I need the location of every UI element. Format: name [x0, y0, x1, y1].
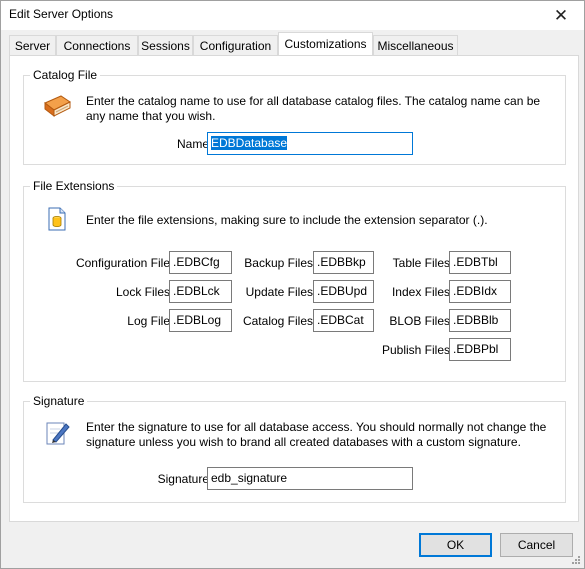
catalog-file-group: Catalog File Enter the catalog name to u… — [23, 68, 566, 165]
log-file-input[interactable]: .EDBLog — [169, 309, 232, 332]
configuration-file-input[interactable]: .EDBCfg — [169, 251, 232, 274]
file-extensions-group: File Extensions Enter the file extension… — [23, 179, 566, 382]
blob-files-input[interactable]: .EDBBlb — [449, 309, 511, 332]
customizations-panel: Catalog File Enter the catalog name to u… — [9, 55, 579, 522]
lock-files-value: .EDBLck — [173, 284, 220, 298]
extensions-description: Enter the file extensions, making sure t… — [86, 213, 488, 227]
signature-input[interactable]: edb_signature — [207, 467, 413, 490]
catalog-files-label: Catalog Files — [242, 314, 313, 328]
tab-miscellaneous[interactable]: Miscellaneous — [373, 35, 458, 55]
close-icon: ✕ — [553, 5, 569, 25]
signature-label: Signature — [157, 472, 209, 486]
configuration-file-value: .EDBCfg — [173, 255, 220, 269]
configuration-file-label: Configuration File — [75, 256, 170, 270]
update-files-value: .EDBUpd — [317, 284, 368, 298]
ok-button[interactable]: OK — [419, 533, 492, 557]
signature-description: Enter the signature to use for all datab… — [86, 420, 547, 449]
signature-group-label: Signature — [30, 394, 88, 408]
catalog-description: Enter the catalog name to use for all da… — [86, 94, 541, 123]
tab-customizations[interactable]: Customizations — [278, 32, 373, 55]
publish-files-input[interactable]: .EDBPbl — [449, 338, 511, 361]
close-button[interactable]: ✕ — [538, 1, 584, 30]
book-icon — [44, 95, 71, 118]
tab-server[interactable]: Server — [9, 35, 56, 55]
signature-group: Signature Enter the signature to use for… — [23, 394, 566, 503]
index-files-input[interactable]: .EDBIdx — [449, 280, 511, 303]
name-label: Name — [176, 137, 209, 151]
update-files-input[interactable]: .EDBUpd — [313, 280, 374, 303]
log-file-label: Log File — [127, 314, 170, 328]
table-files-label: Table Files — [392, 256, 450, 270]
table-files-value: .EDBTbl — [453, 255, 498, 269]
catalog-files-input[interactable]: .EDBCat — [313, 309, 374, 332]
window-title: Edit Server Options — [9, 7, 114, 21]
tab-strip: Server Connections Sessions Configuratio… — [9, 32, 579, 56]
file-extensions-group-label: File Extensions — [30, 179, 118, 193]
cancel-button[interactable]: Cancel — [500, 533, 573, 557]
resize-grip-icon[interactable] — [571, 555, 581, 565]
catalog-name-value: EDBDatabase — [211, 136, 288, 150]
catalog-files-value: .EDBCat — [317, 313, 364, 327]
backup-files-label: Backup Files — [244, 256, 313, 270]
file-database-icon — [48, 207, 66, 231]
signature-value: edb_signature — [211, 471, 288, 485]
log-file-value: .EDBLog — [173, 313, 222, 327]
tab-configuration[interactable]: Configuration — [193, 35, 278, 55]
edit-server-options-dialog: Edit Server Options ✕ Server Connections… — [0, 0, 585, 569]
title-bar[interactable]: Edit Server Options ✕ — [1, 1, 584, 30]
index-files-label: Index Files — [391, 285, 450, 299]
catalog-file-group-label: Catalog File — [30, 68, 101, 82]
backup-files-value: .EDBBkp — [317, 255, 366, 269]
backup-files-input[interactable]: .EDBBkp — [313, 251, 374, 274]
publish-files-label: Publish Files — [381, 343, 450, 357]
blob-files-label: BLOB Files — [389, 314, 450, 328]
table-files-input[interactable]: .EDBTbl — [449, 251, 511, 274]
tab-sessions[interactable]: Sessions — [138, 35, 193, 55]
publish-files-value: .EDBPbl — [453, 342, 499, 356]
lock-files-label: Lock Files — [115, 285, 170, 299]
pen-icon — [46, 422, 70, 445]
tab-connections[interactable]: Connections — [56, 35, 138, 55]
blob-files-value: .EDBBlb — [453, 313, 499, 327]
lock-files-input[interactable]: .EDBLck — [169, 280, 232, 303]
update-files-label: Update Files — [245, 285, 313, 299]
index-files-value: .EDBIdx — [453, 284, 498, 298]
catalog-name-input[interactable]: EDBDatabase — [207, 132, 413, 155]
